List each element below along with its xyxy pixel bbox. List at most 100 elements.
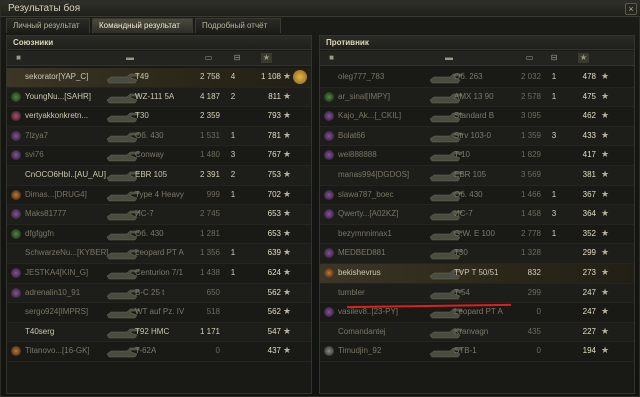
player-row[interactable]: Dimas...[DRUG4] Type 4 Heavy 999 1 702 ★ [7,186,311,206]
player-name: ar_sinal[IMPY] [338,91,391,101]
xp-value: 478 [582,72,596,81]
tank-name: T-62A [135,346,157,356]
tank-name: Об. 263 [454,72,483,81]
player-row[interactable]: vertyakkonkretn... T30 2 359 793 ★ [7,107,311,127]
player-name: T40serg [25,326,55,336]
player-row[interactable]: bekishevrus TVP T 50/51 832 273 ★ [320,263,634,284]
player-row[interactable]: svi76 Conway 1 480 3 767 ★ [7,146,311,166]
player-name: dfgfggfn [25,228,54,238]
xp-value: 433 [582,130,596,140]
player-name: CnOCO6HbI..[AU_AU] [25,169,106,179]
medal-icon [293,70,307,84]
player-name: JESTKA4[KIN_G] [25,267,89,277]
frags-value: 1 [230,189,236,199]
clan-badge-icon [324,150,334,161]
player-name: Dimas...[DRUG4] [25,189,87,199]
clan-badge-icon [324,248,334,259]
tank-icon[interactable]: ▬ [440,53,458,63]
player-row[interactable]: Comandantej Kranvagn 435 227 ★ [320,322,634,343]
player-row[interactable]: T40serg T92 HMC 1 171 547 ★ [7,322,311,343]
clan-badge-icon [324,346,334,357]
damage-value: 832 [527,267,541,277]
player-row[interactable]: JESTKA4[KIN_G] Centurion 7/1 1 438 1 624 ★ [7,264,311,284]
damage-icon[interactable]: ▭ [524,53,535,63]
clan-badge-icon [11,267,21,278]
star-icon: ★ [283,345,292,356]
player-name: Titanovo...[16-GK] [25,346,90,356]
damage-value: 1 531 [199,130,220,140]
xp-value: 462 [582,111,596,121]
frags-value: 1 [551,228,557,238]
tank-name: Standard B [454,111,495,121]
tank-name: T30 [454,248,468,258]
star-icon[interactable]: ★ [261,53,272,63]
xp-value: 547 [267,326,281,336]
xp-value: 767 [267,150,281,160]
player-row[interactable]: 7lzya7 Об. 430 1 531 1 781 ★ [7,126,311,147]
tank-name: EBR 105 [135,169,168,179]
allies-title: Союзники [13,38,54,47]
player-row[interactable]: manas994[DGDOS] EBR 105 3 569 381 ★ [320,165,634,186]
player-row[interactable]: ar_sinal[IMPY] AMX 13 90 2 578 1 475 ★ [320,87,634,108]
player-row[interactable]: tumbler T-54 299 247 ★ [320,283,634,304]
tab-personal-result[interactable]: Личный результат [6,18,90,33]
player-row[interactable]: slawa787_boec Об. 430 1 466 1 367 ★ [320,186,634,206]
close-button[interactable]: × [625,3,637,15]
frags-value: 3 [551,130,557,140]
player-row[interactable]: dfgfggfn Об. 430 1 281 653 ★ [7,225,311,245]
player-row[interactable]: SchwarzeNu...[KYBER] Leopard PT A 1 356 1 63… [7,244,311,264]
player-row[interactable]: wel888888 T-10 1 829 417 ★ [320,146,634,166]
star-icon[interactable]: ★ [578,53,589,63]
tank-name: T30 [135,111,149,121]
tank-name: Об. 430 [135,228,164,238]
tank-icon[interactable]: ▬ [121,53,139,63]
tab-team-result[interactable]: Командный результат [92,18,193,33]
damage-value: 2 745 [199,209,220,219]
player-row[interactable]: Bolat66 Strv 103-0 1 359 3 433 ★ [320,126,634,147]
player-row[interactable]: oleg777_783 Об. 263 2 032 1 478 ★ [320,68,634,88]
frags-value: 1 [230,267,236,277]
damage-icon[interactable]: ▭ [203,53,214,63]
player-row[interactable]: sekorator[YAP_C] T49 2 758 4 1 108 ★ [7,68,311,88]
player-row[interactable]: bezymnnimax1 G.W. E 100 2 778 1 352 ★ [320,225,634,245]
tank-name: ИС-7 [135,209,154,219]
clan-badge-icon [324,91,334,102]
xp-value: 811 [268,91,281,101]
frags-icon[interactable]: ⊟ [546,53,562,63]
player-row[interactable]: Maks81777 ИС-7 2 745 653 ★ [7,205,311,225]
player-name: bezymnnimax1 [338,228,392,238]
title-bar: Результаты боя × [1,1,640,17]
player-row[interactable]: CnOCO6HbI..[AU_AU] EBR 105 2 391 2 753 ★ [7,165,311,186]
xp-value: 624 [267,267,281,277]
player-row[interactable]: YoungNu...[SAHR] WZ-111 5A 4 187 2 811 ★ [7,87,311,108]
star-icon: ★ [601,129,610,140]
allies-list: sekorator[YAP_C] T49 2 758 4 1 108 ★ YoungNu..… [7,68,311,362]
player-row[interactable]: adrenalin10_91 B-C 25 t 650 562 ★ [7,283,311,304]
frags-icon[interactable]: ⊟ [229,53,245,63]
enemies-list: oleg777_783 Об. 263 2 032 1 478 ★ ar_sinal[IMP… [320,68,634,362]
damage-value: 999 [206,189,220,199]
player-row[interactable]: Kajo_Ak...[_CKIL] Standard B 3 095 462 ★ [320,107,634,127]
star-icon: ★ [283,129,292,140]
frags-value: 1 [230,130,236,140]
tank-class-icon[interactable]: ■ [326,53,337,63]
player-row[interactable]: MEDBED881 T30 1 328 299 ★ [320,244,634,264]
star-icon: ★ [283,227,292,238]
xp-value: 562 [267,307,281,317]
tank-class-icon[interactable]: ■ [13,53,24,63]
player-row[interactable]: Qwerty...[A02KZ] ИС-7 1 458 3 364 ★ [320,205,634,225]
player-name: Timudjin_92 [338,346,382,356]
xp-value: 367 [582,189,596,199]
tab-detailed-report[interactable]: Подробный отчёт [195,18,281,33]
damage-value: 3 095 [520,111,541,121]
frags-value: 3 [230,150,236,160]
player-row[interactable]: Timudjin_92 STB-1 0 194 ★ [320,342,634,362]
xp-value: 194 [582,346,596,356]
damage-value: 4 187 [199,91,220,101]
tank-name: T49 [135,72,149,81]
player-row[interactable]: Titanovo...[16-GK] T-62A 0 437 ★ [7,342,311,362]
player-row[interactable]: sergo924[IMPRS] WT auf Pz. IV 518 562 ★ [7,303,311,323]
star-icon: ★ [601,345,610,356]
tank-name: TVP T 50/51 [454,267,499,277]
star-icon: ★ [283,208,292,219]
